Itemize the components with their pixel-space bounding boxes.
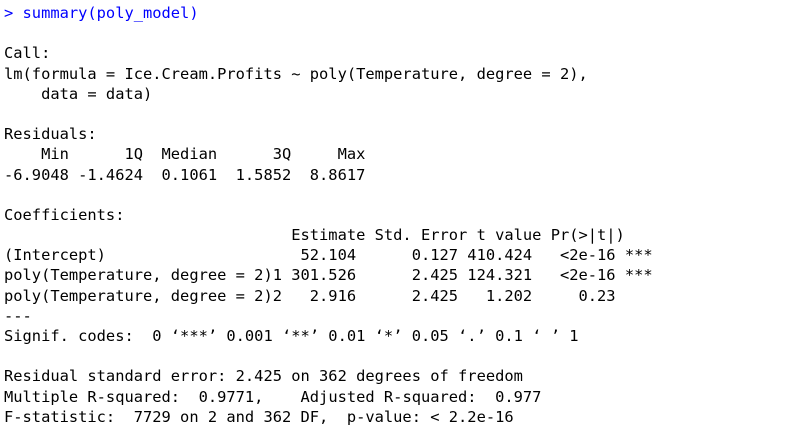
output-line-residuals-label: Residuals: [4,125,97,144]
output-line-coef-intercept: (Intercept) 52.104 0.127 410.424 <2e-16 … [4,246,653,265]
output-line-residuals-values: -6.9048 -1.4624 0.1061 1.5852 8.8617 [4,165,375,184]
output-line-coefficients-header: Estimate Std. Error t value Pr(>|t|) [4,226,662,245]
r-console[interactable]: > summary(poly_model) Call: lm(formula =… [0,0,793,442]
output-line-coef-poly1: poly(Temperature, degree = 2)1 301.526 2… [4,266,653,285]
console-command-line: > summary(poly_model) [4,4,199,22]
output-line-call-formula: lm(formula = Ice.Cream.Profits ~ poly(Te… [4,64,588,83]
output-line-call-data: data = data) [4,84,153,103]
output-line-residual-se: Residual standard error: 2.425 on 362 de… [4,367,523,386]
output-line-coefficients-label: Coefficients: [4,205,125,224]
output-line-signif-codes: Signif. codes: 0 ‘***’ 0.001 ‘**’ 0.01 ‘… [4,327,579,345]
output-line-r-squared: Multiple R-squared: 0.9771, Adjusted R-s… [4,387,551,406]
output-line-blank-2 [4,104,793,124]
output-line-blank-3 [4,185,793,205]
output-line-f-statistic: F-statistic: 7729 on 2 and 362 DF, p-val… [4,407,514,426]
output-line-call-label: Call: [4,44,51,63]
output-line-blank-4 [4,346,793,366]
output-line-separator: --- [4,306,32,325]
output-line-coef-poly2: poly(Temperature, degree = 2)2 2.916 2.4… [4,286,653,305]
output-line-residuals-header: Min 1Q Median 3Q Max [4,145,375,164]
output-line-blank-1 [4,23,793,43]
